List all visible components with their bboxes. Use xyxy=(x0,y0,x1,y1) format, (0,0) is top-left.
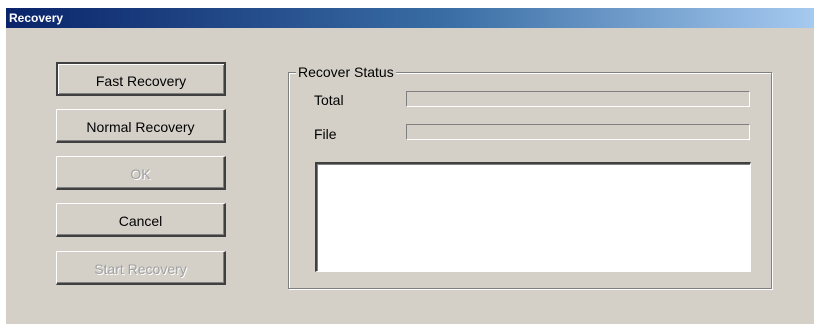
file-progress-bar xyxy=(406,124,750,140)
file-label: File xyxy=(314,126,337,142)
fast-recovery-button[interactable]: Fast Recovery xyxy=(56,62,226,96)
recover-status-label: Recover Status xyxy=(296,64,396,80)
title-bar[interactable]: Recovery xyxy=(6,8,814,28)
cancel-button[interactable]: Cancel xyxy=(56,203,226,237)
status-log-box[interactable] xyxy=(315,162,751,272)
total-progress-bar xyxy=(406,91,750,107)
recovery-window: Recovery Fast Recovery Normal Recovery O… xyxy=(6,8,814,324)
total-label: Total xyxy=(314,92,344,108)
window-title: Recovery xyxy=(9,11,64,25)
start-recovery-button[interactable]: Start Recovery xyxy=(56,251,226,285)
normal-recovery-button[interactable]: Normal Recovery xyxy=(56,109,226,143)
ok-button[interactable]: OK xyxy=(56,156,226,190)
